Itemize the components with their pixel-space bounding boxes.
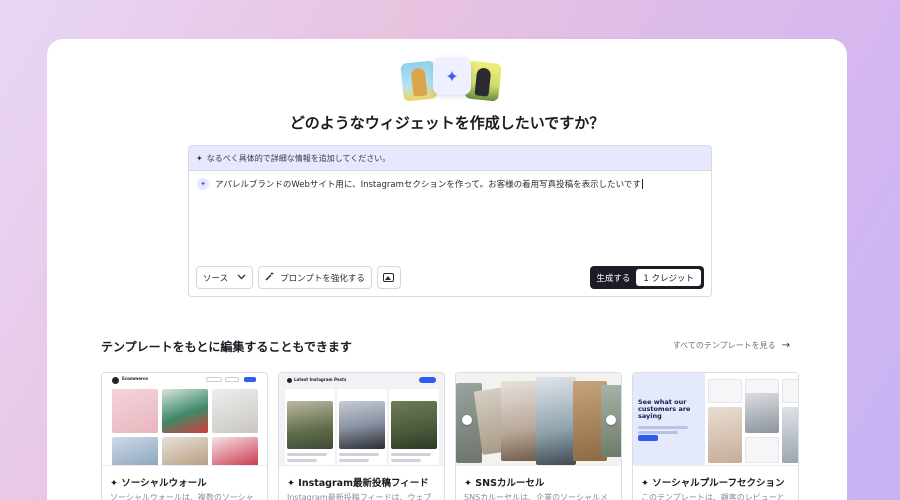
template-name: ✦ SNSカルーセル	[464, 478, 545, 489]
template-desc: SNSカルーセルは、企業のソーシャルメ	[464, 493, 608, 500]
prompt-hint-text: なるべく具体的で詳細な情報を追加してください。	[206, 153, 391, 163]
source-dropdown[interactable]: ソース	[196, 266, 254, 289]
sparkle-icon: ✦	[287, 478, 295, 489]
credit-badge: 1 クレジット	[636, 269, 701, 286]
template-name: ✦ ソーシャルウォール	[110, 478, 207, 489]
sparkle-icon: ✦	[433, 57, 471, 95]
hero-illustration: ✦	[400, 57, 502, 103]
prompt-input[interactable]: ✦ アパレルブランドのWebサイト用に、Instagramセクションを作って。お…	[197, 178, 643, 190]
arrow-right-icon: →	[781, 340, 790, 351]
enhance-prompt-button[interactable]: プロンプトを強化する	[258, 266, 372, 289]
thumb-proof-heading: See what our customers are saying	[638, 398, 691, 420]
sparkle-icon: ✦	[641, 478, 649, 489]
template-thumbnail: Ecommerce	[102, 373, 267, 466]
thumb-brand-text: Ecommerce	[122, 376, 148, 381]
template-name: ✦ Instagram最新投稿フィード	[287, 478, 429, 489]
view-all-templates-link[interactable]: すべてのテンプレートを見る →	[673, 340, 790, 351]
template-thumbnail: Latest Instagram Posts	[279, 373, 444, 466]
image-upload-button[interactable]	[376, 266, 401, 289]
template-card-social-wall[interactable]: Ecommerce ✦ ソーシャルウォール ソーシャルウォールは、複数のソーシャ	[101, 372, 268, 500]
template-desc: Instagram最新投稿フィードは、ウェブ	[287, 493, 432, 500]
image-icon	[383, 273, 395, 282]
generate-label: 生成する	[596, 273, 631, 284]
template-list: Ecommerce ✦ ソーシャルウォール ソーシャルウォールは、複数のソーシャ	[101, 372, 799, 500]
prompt-hint: ✦ なるべく具体的で詳細な情報を追加してください。	[189, 146, 711, 171]
main-card: ✦ どのようなウィジェットを作成したいですか？ ✦ なるべく具体的で詳細な情報を…	[47, 39, 847, 500]
prompt-box[interactable]: ✦ なるべく具体的で詳細な情報を追加してください。 ✦ アパレルブランドのWeb…	[188, 145, 712, 297]
source-label: ソース	[203, 273, 229, 284]
template-desc: ソーシャルウォールは、複数のソーシャ	[110, 493, 254, 500]
prompt-controls: ソース プロンプトを強化する	[196, 266, 401, 289]
sparkle-icon: ✦	[196, 153, 203, 163]
template-desc: このテンプレートは、顧客のレビューと	[641, 493, 785, 500]
template-name: ✦ ソーシャルプルーフセクション	[641, 478, 785, 489]
sparkle-icon: ✦	[464, 478, 472, 489]
sparkle-icon: ✦	[110, 478, 118, 489]
prompt-input-text: アパレルブランドのWebサイト用に、Instagramセクションを作って。お客様…	[215, 180, 641, 190]
thumb-feed-title: Latest Instagram Posts	[294, 377, 347, 382]
magic-wand-icon	[265, 271, 275, 284]
sparkle-icon: ✦	[197, 178, 209, 190]
templates-section-title: テンプレートをもとに編集することもできます	[101, 340, 352, 354]
page-title: どのようなウィジェットを作成したいですか？	[289, 114, 605, 132]
template-card-instagram-feed[interactable]: Latest Instagram Posts ✦ Instagram最新投稿フィ…	[278, 372, 445, 500]
chevron-down-icon	[237, 273, 246, 282]
view-all-label: すべてのテンプレートを見る	[672, 341, 776, 350]
template-card-sns-carousel[interactable]: ✦ SNSカルーセル SNSカルーセルは、企業のソーシャルメ	[455, 372, 622, 500]
enhance-prompt-label: プロンプトを強化する	[280, 273, 365, 284]
text-caret	[641, 179, 643, 189]
brand-logo	[112, 377, 119, 384]
generate-button[interactable]: 生成する 1 クレジット	[590, 266, 704, 289]
template-thumbnail: See what our customers are saying	[633, 373, 798, 466]
template-thumbnail	[456, 373, 621, 466]
template-card-social-proof[interactable]: See what our customers are saying ✦ ソーシャ…	[632, 372, 799, 500]
